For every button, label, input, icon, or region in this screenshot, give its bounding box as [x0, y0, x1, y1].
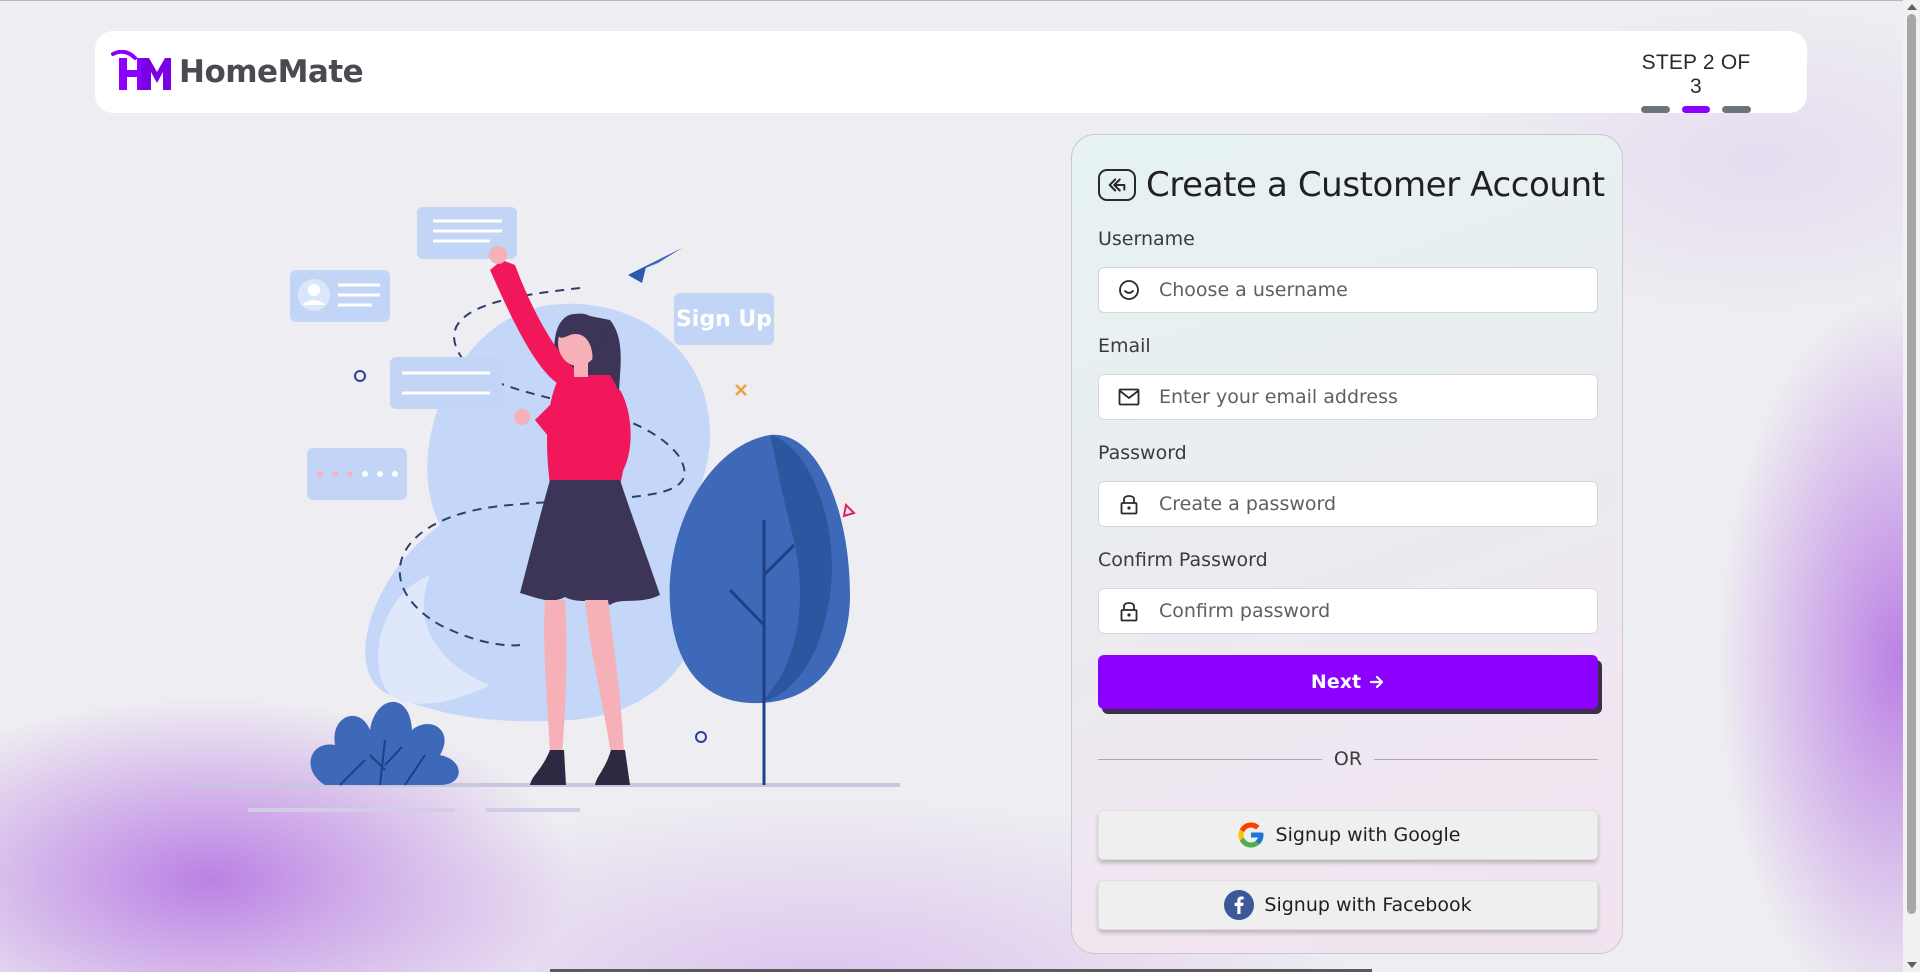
confirm-password-input[interactable]: [1157, 599, 1581, 623]
scroll-up-arrow-icon[interactable]: [1907, 4, 1917, 10]
divider-line-right: [1374, 758, 1599, 760]
input-card: [390, 357, 502, 409]
google-icon: [1238, 822, 1264, 848]
username-label: Username: [1098, 228, 1195, 250]
smile-icon: [1117, 278, 1141, 302]
lock-icon: [1117, 492, 1141, 516]
scrollbar-thumb[interactable]: [1907, 14, 1916, 914]
form-header: Create a Customer Account: [1098, 165, 1605, 205]
facebook-signup-button[interactable]: Signup with Facebook: [1098, 880, 1598, 930]
facebook-icon: [1224, 890, 1255, 920]
deco-cross: [735, 384, 747, 396]
signup-illustration: Sign Up: [196, 207, 900, 812]
deco-circle-2: [695, 731, 707, 743]
envelope-icon: [1117, 385, 1141, 409]
signup-form-card: Create a Customer Account Username Email…: [1071, 134, 1623, 954]
step-label: STEP 2 OF 3: [1641, 51, 1751, 98]
deco-circle: [354, 370, 366, 382]
brand-logo[interactable]: HomeMate: [111, 47, 364, 97]
email-label: Email: [1098, 335, 1151, 357]
username-field[interactable]: [1098, 267, 1598, 313]
browser-top-border: [0, 0, 1920, 1]
password-field[interactable]: [1098, 481, 1598, 527]
back-button[interactable]: [1098, 169, 1136, 201]
confirm-password-field[interactable]: [1098, 588, 1598, 634]
step-dot-2-active: [1681, 106, 1711, 113]
homemate-logo-icon: [111, 50, 171, 90]
header-bar: HomeMate STEP 2 OF 3: [95, 31, 1807, 113]
google-signup-button[interactable]: Signup with Google: [1098, 810, 1598, 860]
or-divider: OR: [1098, 747, 1599, 771]
email-input[interactable]: [1157, 385, 1581, 409]
signup-badge-text: Sign Up: [676, 307, 772, 332]
next-button[interactable]: Next: [1098, 655, 1598, 709]
paper-plane-shade: [628, 248, 682, 283]
step-dot-3: [1722, 106, 1752, 113]
username-input[interactable]: [1157, 278, 1581, 302]
divider-line-left: [1098, 758, 1322, 760]
step-progress-dots: [1641, 106, 1752, 113]
or-text: OR: [1333, 748, 1363, 770]
password-label: Password: [1098, 442, 1187, 464]
step-dot-1: [1641, 106, 1670, 113]
email-field[interactable]: [1098, 374, 1598, 420]
step-indicator: STEP 2 OF 3: [1641, 51, 1752, 113]
scroll-down-arrow-icon[interactable]: [1907, 962, 1917, 968]
google-signup-label: Signup with Google: [1275, 824, 1461, 846]
next-button-label: Next: [1310, 671, 1362, 693]
deco-triangle: [842, 502, 856, 518]
form-title: Create a Customer Account: [1146, 165, 1605, 205]
password-input[interactable]: [1157, 492, 1581, 516]
arrow-right-icon: [1369, 675, 1384, 689]
back-arrow-icon: [1108, 178, 1126, 192]
brand-name: HomeMate: [179, 54, 364, 90]
facebook-signup-label: Signup with Facebook: [1264, 894, 1472, 916]
page-scrollbar[interactable]: [1903, 0, 1920, 972]
lock-icon: [1117, 599, 1141, 623]
confirm-password-label: Confirm Password: [1098, 549, 1268, 571]
